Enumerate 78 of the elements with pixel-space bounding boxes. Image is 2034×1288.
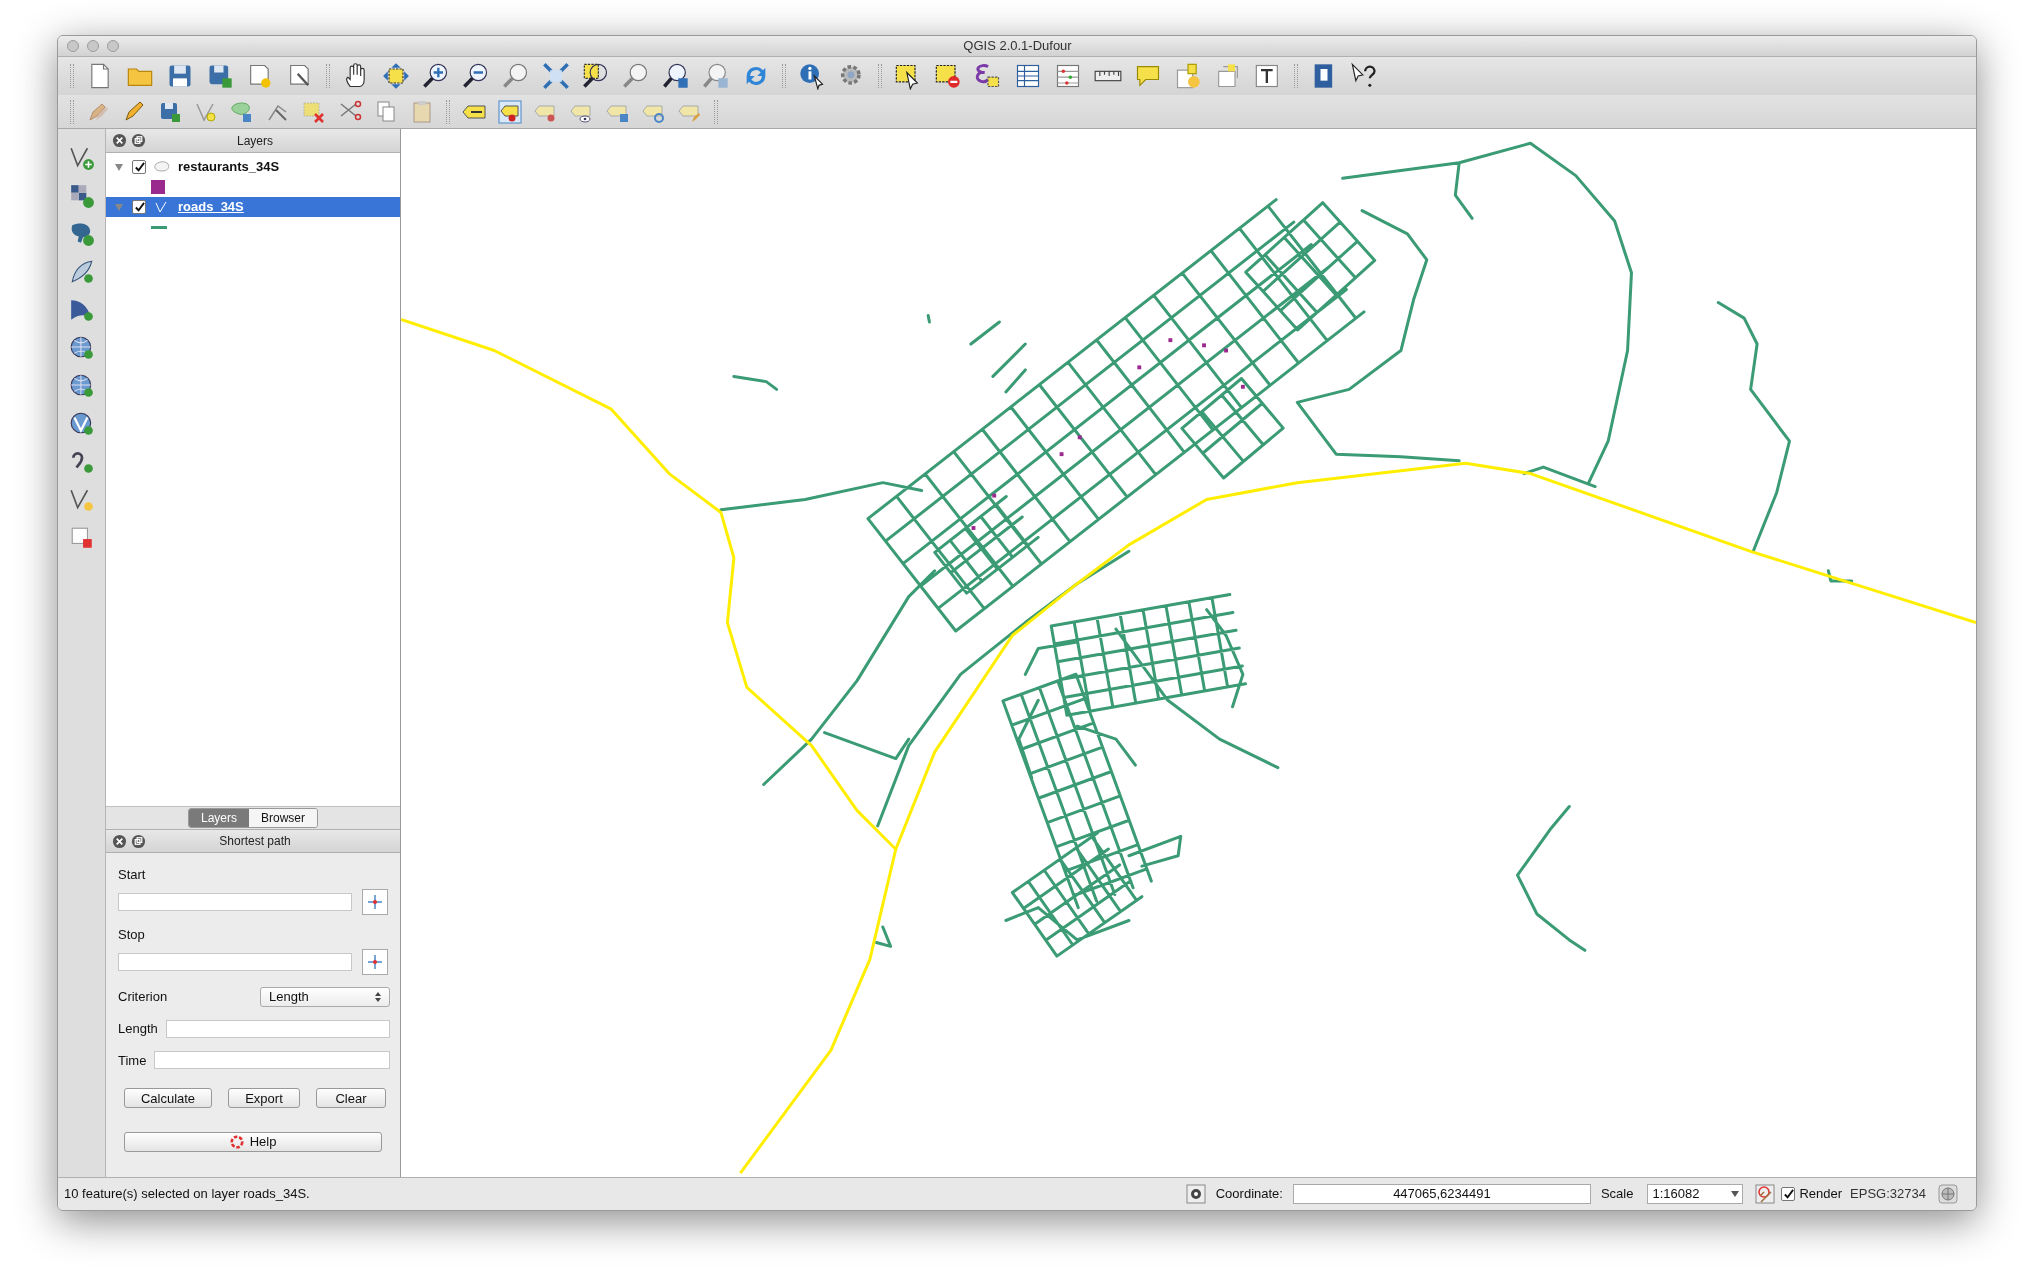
add-spatialite-layer-icon[interactable]	[68, 259, 95, 285]
scale-combobox[interactable]: 1:16082	[1647, 1184, 1744, 1204]
pan-arrows-icon[interactable]	[382, 62, 410, 90]
criterion-dropdown[interactable]: Length	[260, 987, 390, 1007]
crs-globe-icon[interactable]	[1938, 1184, 1958, 1204]
input-field[interactable]	[118, 893, 352, 911]
new-bookmark-icon[interactable]	[1174, 62, 1202, 90]
help-button[interactable]: Help	[124, 1132, 382, 1152]
crosshair-icon	[367, 894, 383, 910]
scale-label: Scale	[1600, 1185, 1634, 1204]
zoom-out-icon[interactable]	[462, 62, 490, 90]
field-label: Stop	[118, 926, 146, 943]
input-field[interactable]	[118, 953, 352, 971]
select-expression-icon[interactable]	[974, 62, 1002, 90]
render-checkbox[interactable]	[1781, 1187, 1796, 1201]
help-lifebuoy-icon	[229, 1135, 244, 1149]
add-wms-layer-icon[interactable]	[68, 335, 95, 361]
layer-checkbox[interactable]	[132, 200, 146, 214]
zoom-full-icon[interactable]	[542, 62, 570, 90]
zoom-layer-icon[interactable]	[622, 62, 650, 90]
close-icon[interactable]	[112, 133, 127, 148]
add-vector-layer-icon[interactable]	[68, 145, 95, 171]
coordinate-toggle-icon[interactable]	[1185, 1184, 1206, 1204]
dropdown-arrow-icon	[1731, 1191, 1740, 1197]
panel-tab[interactable]: Browser	[249, 809, 317, 827]
field-label: Length	[118, 1020, 158, 1038]
input-field[interactable]	[154, 1051, 390, 1070]
add-mssql-layer-icon[interactable]	[68, 297, 95, 323]
delete-selected-icon[interactable]	[302, 99, 326, 124]
field-calculator-icon[interactable]	[1054, 62, 1082, 90]
attribute-table-icon[interactable]	[1014, 62, 1042, 90]
coordinate-label: Coordinate:	[1215, 1185, 1283, 1204]
field-label: Criterion	[118, 988, 168, 1007]
float-icon[interactable]	[131, 833, 146, 849]
point-layer-icon	[154, 161, 170, 173]
action-button[interactable]: Export	[228, 1088, 300, 1108]
render-label: Render	[1799, 1185, 1843, 1204]
layer-checkbox[interactable]	[132, 160, 146, 174]
whats-this-icon[interactable]	[1350, 62, 1378, 90]
pin-label-icon[interactable]	[498, 99, 522, 124]
toggle-edit-icon[interactable]	[122, 99, 146, 124]
coordinate-field[interactable]: 447065,6234491	[1292, 1184, 1591, 1204]
move-feature-icon[interactable]	[230, 99, 254, 124]
input-field[interactable]	[165, 1019, 390, 1038]
expand-arrow-icon[interactable]	[114, 162, 124, 172]
layer-name: restaurants_34S	[178, 158, 280, 177]
panel-tab[interactable]: Layers	[188, 809, 249, 827]
copy-icon[interactable]	[374, 99, 398, 124]
deselect-icon[interactable]	[934, 62, 962, 90]
identify-icon[interactable]	[798, 62, 826, 90]
new-shapefile-icon[interactable]	[68, 487, 95, 513]
action-button[interactable]: Calculate	[124, 1088, 212, 1108]
zoom-native-icon[interactable]	[502, 62, 530, 90]
field-label: Start	[118, 866, 147, 883]
crosshair-icon	[367, 954, 383, 970]
field-label: Time	[118, 1051, 147, 1070]
window-title: QGIS 2.0.1-Dufour	[963, 37, 1072, 56]
zoom-last-icon[interactable]	[662, 62, 690, 90]
close-icon[interactable]	[112, 833, 127, 849]
layer-name: roads_34S	[178, 198, 244, 217]
zoom-selection-icon[interactable]	[582, 62, 610, 90]
add-wcs-layer-icon[interactable]	[68, 373, 95, 399]
float-icon[interactable]	[131, 133, 146, 148]
action-button[interactable]: Clear	[316, 1088, 386, 1108]
panel-title: Layers	[237, 132, 273, 150]
status-message: 10 feature(s) selected on layer roads_34S.	[64, 1185, 311, 1204]
pick-point-button[interactable]	[362, 889, 388, 915]
updown-arrows-icon	[375, 992, 381, 1002]
crs-label[interactable]: EPSG:32734	[1850, 1184, 1926, 1204]
add-wfs-layer-icon[interactable]	[68, 411, 95, 437]
zoom-next-icon[interactable]	[702, 62, 730, 90]
zoom-in-icon[interactable]	[422, 62, 450, 90]
add-raster-layer-icon[interactable]	[68, 183, 95, 209]
layer-row[interactable]: restaurants_34S	[106, 157, 400, 177]
panel-title: Shortest path	[219, 833, 291, 850]
layer-row[interactable]: roads_34S	[106, 197, 400, 217]
render-stop-icon[interactable]	[1755, 1184, 1776, 1204]
pick-point-button[interactable]	[362, 949, 388, 975]
